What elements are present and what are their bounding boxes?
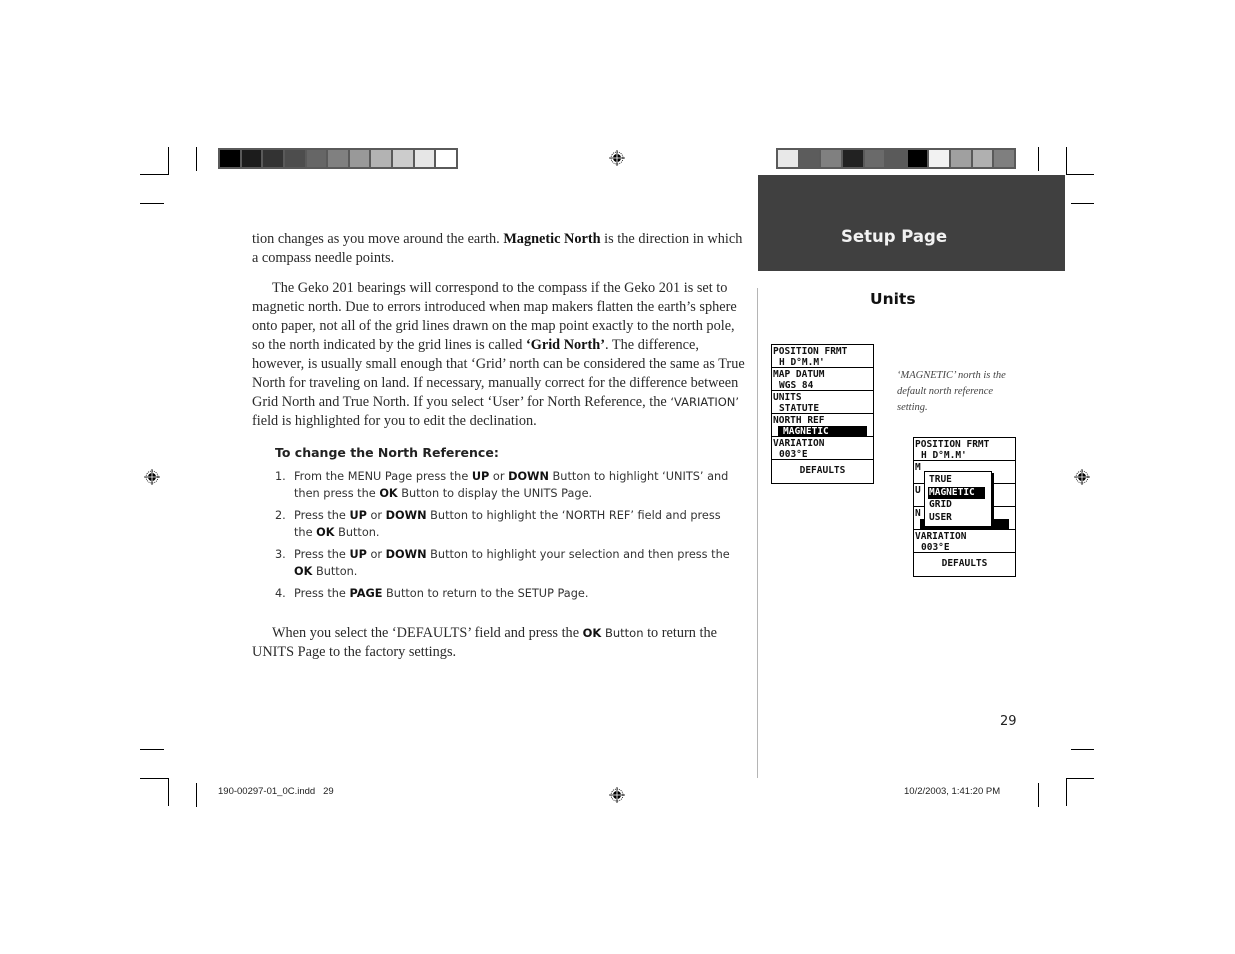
color-swatch [436,150,457,167]
color-swatch [328,150,348,167]
popup-option[interactable]: USER [928,512,991,525]
popup-option[interactable]: MAGNETIC [928,486,985,499]
step-number: 2. [275,509,286,522]
step-number: 4. [275,587,286,600]
term-grid-north: ‘Grid North’ [525,337,605,353]
screen-field[interactable]: UNITS STATUTE [772,391,873,414]
field-value: 003°E [779,449,808,460]
subsection-title: Units [870,290,916,308]
slug-timestamp: 10/2/2003, 1:41:20 PM [904,786,1001,797]
field-value: H D°M.M' [779,357,825,368]
screen-field[interactable]: VARIATION 003°E [772,437,873,460]
field-label: UNITS [773,392,802,403]
field-value: WGS 84 [779,380,814,391]
procedure-title: To change the North Reference: [275,445,499,460]
paragraph-magnetic-north: tion changes as you move around the eart… [252,231,743,266]
color-swatch [306,150,327,167]
field-label: VARIATION [773,438,825,449]
crop-mark [1066,147,1067,175]
defaults-field[interactable]: DEFAULTS [772,460,873,483]
page-number: 29 [1000,714,1017,729]
crop-mark [1071,749,1094,750]
field-label: POSITION FRMT [915,439,990,450]
color-swatch [263,150,283,167]
color-swatch [951,150,971,167]
section-title: Setup Page [841,227,948,246]
crop-mark [1071,203,1094,204]
color-swatch [778,150,798,167]
registration-mark-icon [609,787,625,803]
screen-field[interactable]: POSITION FRMT H D°M.M' [914,438,1015,461]
color-swatch [994,150,1015,167]
defaults-field[interactable]: DEFAULTS [914,553,1015,576]
screen-field[interactable]: MAP DATUM WGS 84 [772,368,873,391]
field-value: 003°E [921,542,950,553]
figure-caption: ‘MAGNETIC’ north is the default north re… [897,370,1006,413]
registration-mark-icon [609,150,625,166]
crop-mark [1066,778,1067,806]
field-label: VARIATION [915,531,967,542]
color-swatch [371,150,392,167]
color-swatch [349,150,370,167]
crop-mark [140,203,164,204]
color-swatch [972,150,993,167]
units-screen-north-ref-popup: POSITION FRMTH D°M.M'M U NMAGNETICVARIAT… [913,437,1016,577]
procedure-step: 4. Press the PAGE Button to return to the… [275,587,589,600]
field-label: MAP DATUM [773,369,825,380]
color-swatch [864,150,885,167]
crop-mark [140,174,169,175]
color-swatch [907,150,928,167]
color-swatch [393,150,413,167]
field-value: H D°M.M' [921,450,967,461]
crop-mark [140,778,169,779]
crop-mark [168,147,169,175]
field-label: NORTH REF [773,415,825,426]
color-swatch [799,150,820,167]
procedure-steps: 1. From the MENU Page press the UP or DOW… [275,468,735,607]
crop-mark [168,778,169,806]
crop-mark [1066,778,1094,779]
crop-mark [196,147,197,171]
procedure-step: 2. Press the UP or DOWN Button to highlig… [275,509,721,539]
paragraph-defaults: When you select the ‘DEFAULTS’ field and… [252,625,717,660]
step-number: 3. [275,548,286,561]
screen-field[interactable]: NORTH REF MAGNETIC [772,414,873,437]
color-swatch [886,150,906,167]
term-variation: ‘VARIATION’ [670,395,740,409]
step-number: 1. [275,470,286,483]
screen-field[interactable]: VARIATION 003°E [914,530,1015,553]
crop-mark [1066,174,1094,175]
field-label: POSITION FRMT [773,346,848,357]
paragraph-grid-north: The Geko 201 bearings will correspond to… [252,280,745,429]
column-divider [757,288,758,778]
color-swatch [284,150,305,167]
color-swatch [414,150,435,167]
section-header-band: Setup Page [758,175,1065,271]
slug-file: 190-00297-01_0C.indd 29 [218,786,334,797]
color-swatch [241,150,262,167]
registration-mark-icon [1074,469,1090,485]
popup-option[interactable]: TRUE [928,474,991,487]
color-bar-right [776,148,1016,169]
field-value: STATUTE [779,403,820,414]
procedure-step: 3. Press the UP or DOWN Button to highlig… [275,548,730,578]
color-bar-left [218,148,458,169]
term-magnetic-north: Magnetic North [503,231,601,247]
north-ref-popup-menu: TRUE MAGNETIC GRID USER [924,471,992,527]
crop-mark [196,783,197,807]
color-swatch [842,150,863,167]
units-screen: POSITION FRMT H D°M.M' MAP DATUM WGS 84 UNIT… [771,344,874,484]
color-swatch [821,150,841,167]
screen-field[interactable]: POSITION FRMT H D°M.M' [772,345,873,368]
popup-option[interactable]: GRID [928,499,991,512]
registration-mark-icon [144,469,160,485]
color-swatch [220,150,240,167]
crop-mark [1038,783,1039,807]
color-swatch [929,150,950,167]
field-value: MAGNETIC [778,426,867,437]
crop-mark [1038,147,1039,171]
procedure-step: 1. From the MENU Page press the UP or DOW… [275,470,729,500]
crop-mark [140,749,164,750]
